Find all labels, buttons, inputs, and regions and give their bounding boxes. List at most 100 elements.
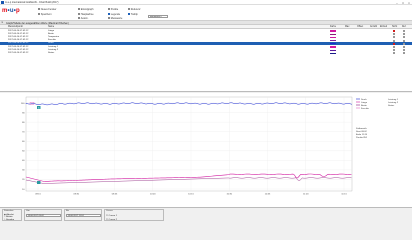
cursor-option[interactable]: ☐ Cursor 2 <box>106 218 117 221</box>
row-color-swatch[interactable] <box>330 36 336 38</box>
row-ref-checkbox[interactable] <box>403 52 405 55</box>
toolbar-option-label: Autom. <box>80 17 89 20</box>
toolbar-option-label: Referenz <box>130 8 141 11</box>
time-axis-option[interactable]: ○ Stunden <box>4 219 14 221</box>
toolbar-option-label: Hauptachse <box>80 12 94 16</box>
toolbar-option[interactable]: Referenz <box>128 8 140 11</box>
collapse-icon[interactable]: ▾ <box>2 21 3 24</box>
x-tick-label: 09:15 <box>35 194 41 196</box>
y-tick-label: 50 <box>22 151 25 153</box>
row-visible-checkbox[interactable] <box>393 36 395 39</box>
table-header: Messzeitpunkt Name Farbe Max Offset Anzahl Ein… <box>0 25 412 29</box>
column-header[interactable]: Sicht <box>392 26 397 28</box>
app-icon <box>1 1 4 4</box>
chart-area[interactable]: 100 90 80 70 60 50 40 30 20 10 09:15 09:30 09:45 10:0… <box>0 93 412 207</box>
legend-label: Druck <box>361 98 368 101</box>
toolbar-option-label: Messwerte <box>110 17 123 20</box>
time-axis-option[interactable]: ○ Relativ <box>4 216 13 218</box>
y-tick-label: 10 <box>22 189 25 191</box>
legend-label: Breite <box>361 104 367 107</box>
row-visible-checkbox[interactable] <box>393 52 395 55</box>
x-tick-label: 10:45 <box>265 194 271 196</box>
row-color-swatch[interactable] <box>330 43 336 45</box>
time-range-select[interactable]: Zeitbereich <box>148 14 168 19</box>
time-axis-group: Zeitachse ◉ Absolut ○ Relativ ○ Stunden <box>2 209 22 221</box>
y-tick-label: 80 <box>22 122 25 124</box>
row-visible-checkbox[interactable] <box>393 49 395 52</box>
row-color-swatch[interactable] <box>330 49 336 51</box>
side-info-text: Zeitbereich <box>356 127 368 130</box>
row-visible-checkbox[interactable] <box>393 39 395 42</box>
row-ref-checkbox[interactable] <box>403 39 405 42</box>
x-tick-label: 10:30 <box>227 194 233 196</box>
y-tick-label: 30 <box>22 170 25 172</box>
legend-value: Leistung 1 <box>388 98 399 101</box>
row-color-swatch[interactable] <box>330 30 336 32</box>
side-info-text: Punkte 851 <box>356 136 368 139</box>
toolbar-option[interactable]: Legende <box>108 13 120 16</box>
y-tick-label: 20 <box>22 179 25 181</box>
column-header[interactable]: Farbe <box>330 26 336 28</box>
column-header[interactable]: Einheit <box>380 26 387 28</box>
toolbar-option[interactable]: Hauptachse <box>78 13 94 16</box>
company-logo: m•u•p <box>2 8 20 14</box>
row-color-swatch[interactable] <box>330 52 336 54</box>
toolbar-option-label: Einzelgraph <box>80 8 94 11</box>
save-button[interactable]: Speichern <box>38 13 52 16</box>
y-tick-label: 100 <box>21 103 25 105</box>
x-tick-label: 11:00 <box>303 194 309 196</box>
row-ref-checkbox[interactable] <box>403 33 405 36</box>
row-color-swatch[interactable] <box>330 33 336 35</box>
row-visible-checkbox[interactable] <box>393 42 395 45</box>
chart-svg[interactable]: 100 90 80 70 60 50 40 30 20 10 09:15 09:30 09:45 10:0… <box>0 93 412 207</box>
legend-label: Länge <box>361 102 368 104</box>
legend-value: Status <box>388 104 395 107</box>
x-tick-label: 11:15 <box>341 194 347 196</box>
column-header[interactable]: Anzahl <box>370 26 377 28</box>
close-button[interactable]: × <box>406 1 412 5</box>
cursor-group: Cursor ☐ Cursor 1 ☐ Cursor 2 <box>104 209 164 221</box>
to-group: Bis 14.06.2017 11:24 <box>64 209 102 221</box>
row-ref-checkbox[interactable] <box>403 49 405 52</box>
toolbar-option[interactable]: Tooltip <box>128 13 138 16</box>
x-tick-label: 09:30 <box>74 194 80 196</box>
toolbar-option[interactable]: Messwerte <box>108 17 122 20</box>
column-header[interactable]: Ref. <box>402 26 406 28</box>
cursor-title: Cursor <box>106 210 113 213</box>
x-tick-label: 10:00 <box>150 194 156 196</box>
toolbar-option[interactable]: Einzelgraph <box>78 8 93 11</box>
to-title: Bis <box>66 210 70 213</box>
bottom-controls: Zeitachse ◉ Absolut ○ Relativ ○ Stunden … <box>0 207 412 221</box>
row-ref-checkbox[interactable] <box>403 30 405 32</box>
side-info-text: Ende 11:24 <box>356 134 368 136</box>
plot-frame <box>25 96 353 192</box>
time-axis-title: Zeitachse <box>4 210 14 213</box>
row-ref-checkbox[interactable] <box>403 42 405 45</box>
row-time: 2017-06-14 07:42:12 <box>8 51 29 54</box>
legend-label: Feuchte <box>361 107 370 110</box>
y-tick-label: 90 <box>22 112 25 114</box>
row-ref-checkbox[interactable] <box>403 36 405 39</box>
row-name: Status <box>48 51 55 54</box>
column-header[interactable]: Offset <box>357 26 363 28</box>
table-row[interactable]: 2017-06-14 07:42:12 Status <box>0 52 412 55</box>
from-date-input[interactable]: 14.06.2017 09:02 <box>26 214 61 218</box>
toolbar-option[interactable]: Autom. <box>78 17 88 20</box>
column-header[interactable]: Messzeitpunkt <box>8 26 23 28</box>
to-date-input[interactable]: 14.06.2017 11:24 <box>66 214 101 218</box>
toolbar-option-label: Punkte <box>110 8 119 11</box>
toolbar: m•u•p Neues Fenster Speichern Einzelgrap… <box>0 5 412 21</box>
column-header[interactable]: Name <box>48 26 54 28</box>
toolbar-option[interactable]: Punkte <box>108 8 118 11</box>
window-title: m-u-p international Grafiksicht - Chart … <box>5 1 59 4</box>
row-color-swatch[interactable] <box>330 46 336 48</box>
from-group: Von 14.06.2017 09:02 <box>24 209 62 221</box>
row-ref-checkbox[interactable] <box>403 46 405 48</box>
column-header[interactable]: Max <box>345 26 349 28</box>
row-visible-checkbox[interactable] <box>393 30 395 32</box>
row-color-swatch[interactable] <box>330 39 336 42</box>
row-visible-checkbox[interactable] <box>393 33 395 36</box>
row-visible-checkbox[interactable] <box>393 46 395 48</box>
new-window-button[interactable]: Neues Fenster <box>38 8 56 11</box>
cursor-marker <box>37 181 41 184</box>
